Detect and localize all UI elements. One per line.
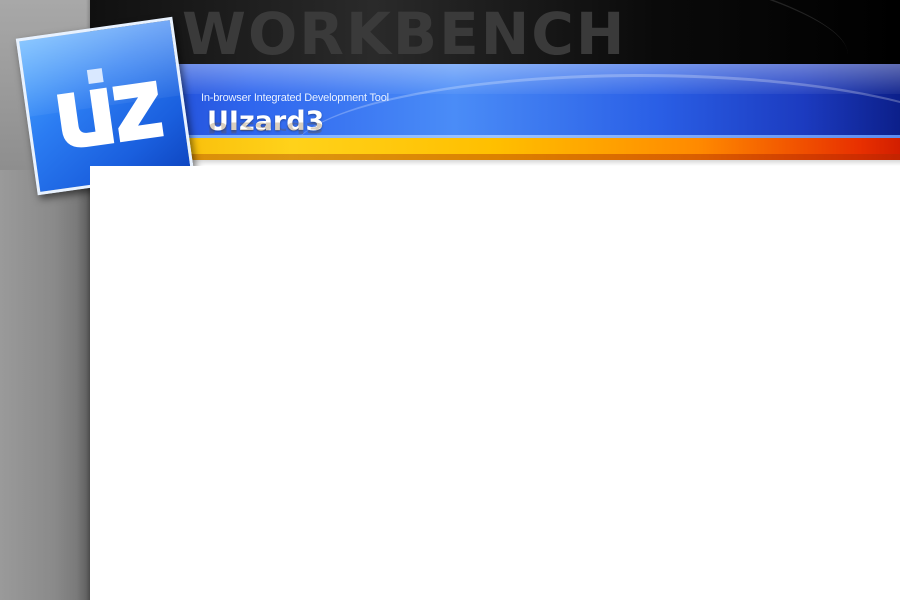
header-accent-stripe [90, 138, 900, 160]
product-tagline: In-browser Integrated Development Tool [201, 92, 389, 104]
product-name-reflection: UIzard3 [207, 118, 325, 136]
app-window: WORKBENCH In-browser Integrated Developm… [0, 0, 900, 600]
watermark-title: WORKBENCH [182, 0, 627, 68]
workspace-area[interactable] [90, 166, 900, 600]
